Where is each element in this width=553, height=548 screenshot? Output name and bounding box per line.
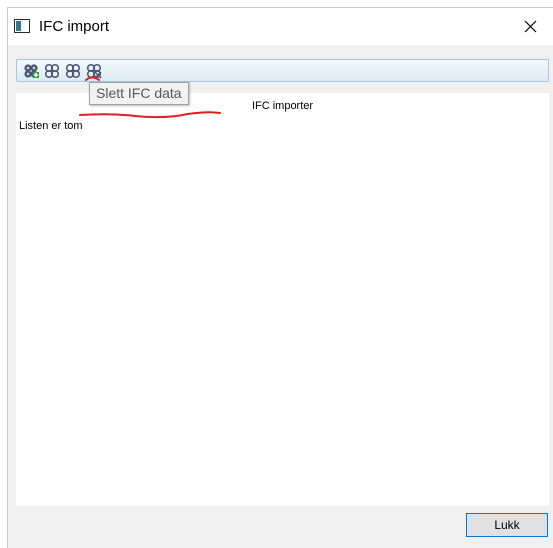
ifc-model-icon[interactable]: [64, 62, 82, 80]
ifc-model-icon[interactable]: [43, 62, 61, 80]
ifc-add-icon[interactable]: [22, 62, 40, 80]
title-bar: IFC import: [8, 8, 553, 45]
ifc-delete-icon[interactable]: [85, 62, 103, 80]
close-button[interactable]: Lukk: [466, 513, 548, 537]
window-title: IFC import: [39, 18, 110, 35]
close-icon: [524, 20, 536, 33]
close-window-button[interactable]: [507, 8, 553, 45]
toolbar: [16, 59, 549, 82]
window-app-icon: [14, 19, 30, 33]
ifc-list-panel[interactable]: IFC importer Listen er tom: [16, 93, 549, 506]
tooltip: Slett IFC data: [89, 82, 189, 105]
list-empty-message: Listen er tom: [19, 120, 83, 132]
